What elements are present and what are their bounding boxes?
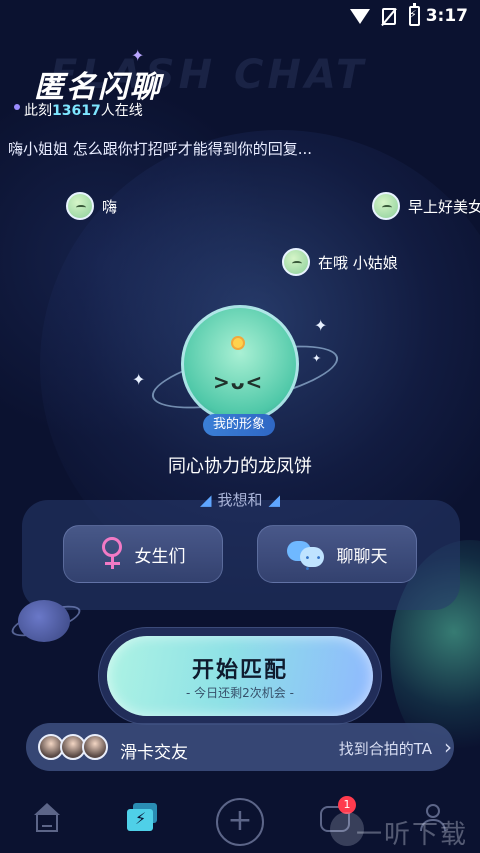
bubble-avatar <box>372 192 400 220</box>
find-match-link[interactable]: 找到合拍的TA <box>339 738 432 759</box>
my-avatar[interactable] <box>181 305 299 423</box>
status-time: 3:17 <box>425 6 468 26</box>
preference-label: ◢ 我想和 ◢ <box>199 491 281 509</box>
avatar-face: >ᴗ< <box>213 370 264 394</box>
my-avatar-tag[interactable]: 我的形象 <box>203 414 275 436</box>
avatar <box>82 734 108 760</box>
start-match-subtitle: - 今日还剩2次机会 - <box>186 686 294 700</box>
online-count: 此刻13617人在线 <box>24 103 143 119</box>
battery-charging-icon <box>409 3 420 26</box>
chevron-right-icon: › <box>444 735 452 759</box>
tab-flash-chat-icon[interactable]: ⚡ <box>127 803 159 833</box>
floating-bubble[interactable]: 早上好美女 <box>372 190 480 222</box>
wifi-icon <box>350 9 370 24</box>
sparkle-icon: ✦ <box>132 370 146 389</box>
start-match-title: 开始匹配 <box>191 658 288 683</box>
option-girls-button[interactable]: 女生们 <box>63 525 223 583</box>
chat-bubbles-icon: • • • <box>286 539 327 575</box>
tab-home-icon[interactable] <box>32 803 62 833</box>
greeting-ticker[interactable]: 嗨小姐姐 怎么跟你打招呼才能得到你的回复... <box>8 138 312 159</box>
character-name: 同心协力的龙凤饼 <box>168 456 312 477</box>
site-watermark: 一听下载 <box>355 820 468 850</box>
sparkle-icon: ✦ <box>131 46 145 65</box>
bubble-avatar <box>282 248 310 276</box>
sparkle-icon: ✦ <box>314 316 328 335</box>
female-icon <box>101 537 125 571</box>
bubble-avatar <box>66 192 94 220</box>
planet-icon <box>18 600 70 642</box>
online-dot-icon <box>14 104 20 110</box>
no-sim-icon <box>382 8 396 25</box>
floating-bubble[interactable]: 在哦 小姑娘 <box>282 246 398 278</box>
swipe-card-title: 滑卡交友 <box>120 743 188 763</box>
flower-icon <box>231 336 245 350</box>
option-chat-button[interactable]: • • • 聊聊天 <box>257 525 417 583</box>
status-bar: 3:17 <box>0 0 480 34</box>
floating-bubble[interactable]: 嗨 <box>66 190 117 222</box>
tab-plus-icon[interactable]: + <box>216 798 264 846</box>
